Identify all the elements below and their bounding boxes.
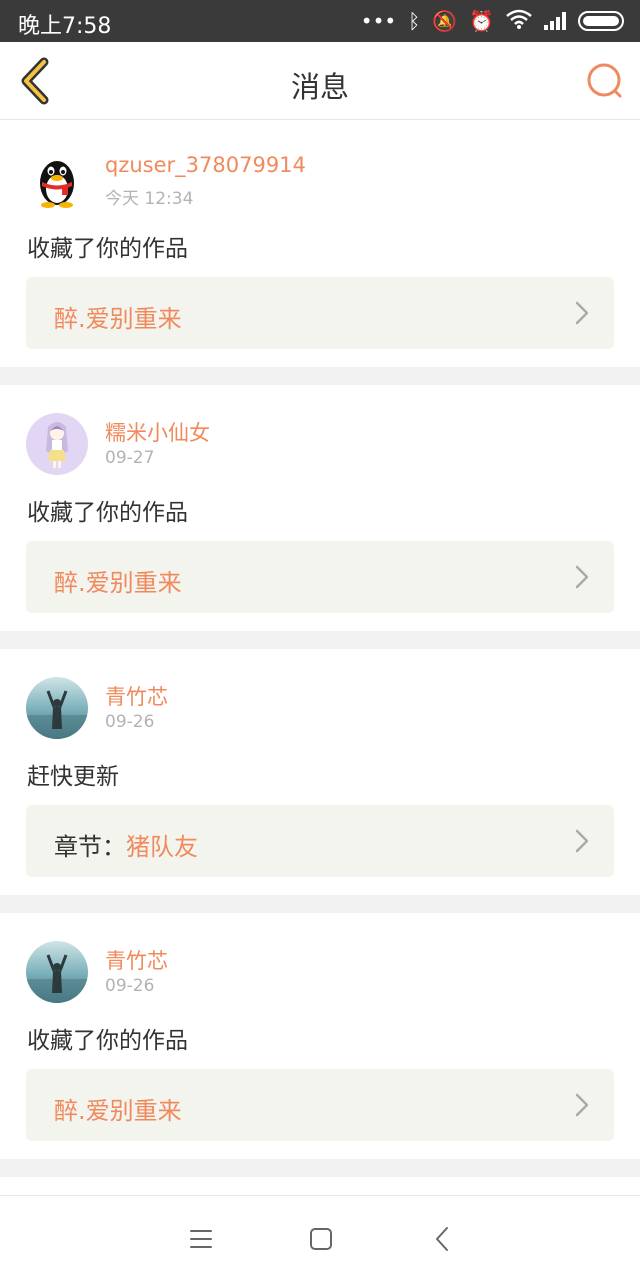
divider — [0, 895, 640, 913]
username[interactable]: 青竹芯 — [105, 681, 168, 711]
bluetooth-icon: ᛒ — [408, 9, 421, 33]
work-title: 醉.爱别重来 — [54, 305, 182, 333]
message-item[interactable]: 青竹芯 09-26 赶快更新 章节：猪队友 — [0, 649, 640, 895]
work-title: 猪队友 — [126, 833, 198, 861]
chevron-right-icon — [575, 565, 589, 589]
message-action: 赶快更新 — [27, 764, 119, 790]
work-title-line: 章节：猪队友 — [54, 827, 198, 862]
username[interactable]: 糯米小仙女 — [105, 417, 210, 447]
mute-icon: 🔕 — [432, 9, 458, 33]
alarm-icon: ⏰ — [469, 9, 494, 33]
back-arrow-icon — [436, 1227, 448, 1251]
work-link[interactable]: 醉.爱别重来 — [26, 541, 614, 613]
home-button[interactable] — [306, 1224, 336, 1254]
more-icon: ••• — [360, 9, 397, 33]
system-nav-bar — [0, 1195, 640, 1280]
chevron-right-icon — [575, 1093, 589, 1117]
menu-button[interactable] — [186, 1224, 216, 1254]
system-back-button[interactable] — [428, 1224, 458, 1254]
message-action: 收藏了你的作品 — [27, 500, 188, 526]
search-icon — [587, 63, 622, 98]
divider — [0, 367, 640, 385]
message-action: 收藏了你的作品 — [27, 1028, 188, 1054]
signal-icon — [544, 12, 566, 30]
battery-icon — [578, 11, 624, 31]
message-item[interactable]: qzuser_378079914 今天 12:34 收藏了你的作品 醉.爱别重来 — [0, 121, 640, 367]
work-title: 醉.爱别重来 — [54, 569, 182, 597]
chapter-link[interactable]: 章节：猪队友 — [26, 805, 614, 877]
chevron-right-icon — [575, 829, 589, 853]
message-item[interactable]: 青竹芯 09-26 收藏了你的作品 醉.爱别重来 — [0, 913, 640, 1159]
anime-girl-avatar[interactable] — [26, 413, 88, 475]
search-button[interactable] — [584, 60, 626, 102]
status-icons: ••• ᛒ 🔕 ⏰ — [361, 8, 624, 34]
divider — [0, 1159, 640, 1177]
work-link[interactable]: 醉.爱别重来 — [26, 1069, 614, 1141]
status-bar: 晚上7:58 ••• ᛒ 🔕 ⏰ — [0, 0, 640, 42]
work-title-line: 醉.爱别重来 — [54, 563, 182, 598]
work-title-line: 醉.爱别重来 — [54, 299, 182, 334]
top-app-bar: 消息 — [0, 42, 640, 120]
message-list: qzuser_378079914 今天 12:34 收藏了你的作品 醉.爱别重来… — [0, 121, 640, 1177]
work-title-line: 醉.爱别重来 — [54, 1091, 182, 1126]
message-time: 09-26 — [105, 712, 155, 732]
status-time: 晚上7:58 — [18, 14, 112, 39]
username[interactable]: qzuser_378079914 — [105, 153, 306, 177]
menu-icon — [190, 1230, 212, 1248]
wifi-icon — [506, 9, 532, 34]
work-title: 醉.爱别重来 — [54, 1097, 182, 1125]
message-time: 09-27 — [105, 448, 155, 468]
message-item[interactable]: 糯米小仙女 09-27 收藏了你的作品 醉.爱别重来 — [0, 385, 640, 631]
chevron-right-icon — [575, 301, 589, 325]
work-prefix: 章节： — [54, 833, 126, 861]
divider — [0, 631, 640, 649]
sea-photo-avatar[interactable] — [26, 941, 88, 1003]
sea-photo-avatar[interactable] — [26, 677, 88, 739]
message-time: 今天 12:34 — [105, 189, 194, 209]
username[interactable]: 青竹芯 — [105, 945, 168, 975]
work-link[interactable]: 醉.爱别重来 — [26, 277, 614, 349]
message-time: 09-26 — [105, 976, 155, 996]
message-action: 收藏了你的作品 — [27, 236, 188, 262]
page-title: 消息 — [290, 70, 349, 104]
qq-penguin-avatar[interactable] — [26, 149, 88, 211]
home-square-icon — [310, 1228, 332, 1250]
